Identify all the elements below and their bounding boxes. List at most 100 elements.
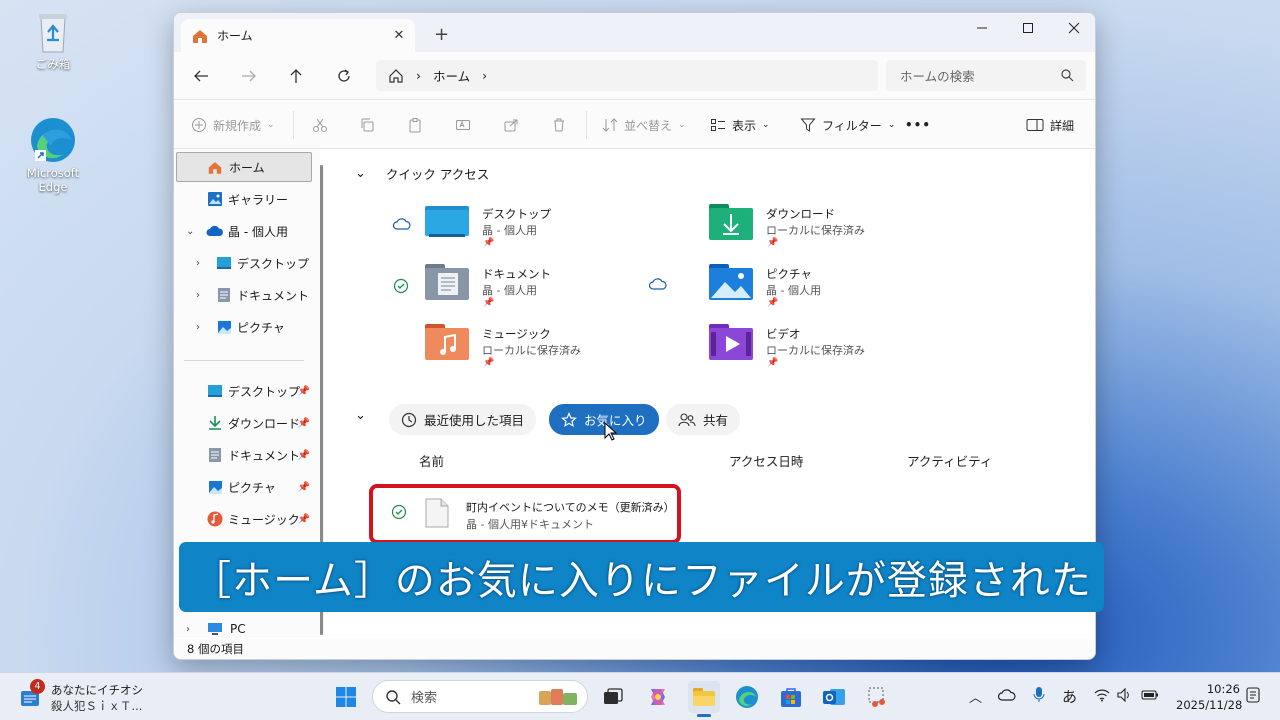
cut-button[interactable]	[312, 113, 328, 137]
quick-access-downloads[interactable]: ダウンロード ローカルに保存済み 📌	[677, 204, 937, 264]
taskbar-search[interactable]: 検索	[372, 680, 588, 713]
pin-icon: 📌	[767, 358, 779, 368]
filter-label: フィルター	[822, 118, 882, 133]
search-box[interactable]: ホームの検索	[886, 60, 1086, 91]
edge-taskbar-button[interactable]	[731, 681, 763, 713]
view-list-icon	[711, 119, 725, 131]
copy-button[interactable]	[359, 113, 375, 137]
share-button[interactable]	[503, 113, 519, 137]
trash-icon	[554, 118, 564, 132]
breadcrumb-home[interactable]: ホーム	[433, 66, 470, 85]
chevron-down-icon[interactable]: ⌄	[355, 408, 366, 423]
tab-title: ホーム	[217, 29, 253, 43]
sidebar-item-documents[interactable]: › ドキュメント	[176, 280, 312, 310]
volume-icon[interactable]	[1117, 688, 1133, 702]
edge-label: Microsoft Edge	[26, 166, 80, 194]
task-view-button[interactable]	[597, 681, 629, 713]
microphone-icon[interactable]	[1033, 686, 1045, 704]
ime-indicator[interactable]: あ	[1062, 686, 1077, 707]
battery-icon[interactable]	[1141, 689, 1159, 701]
sidebar-item-onedrive[interactable]: ⌄ 晶 - 個人用	[176, 216, 312, 246]
forward-button[interactable]	[235, 64, 263, 88]
show-hidden-icons-chevron[interactable]: ︿	[969, 687, 982, 706]
breadcrumb-separator-end[interactable]: ›	[482, 68, 487, 83]
synced-check-icon	[391, 504, 407, 520]
chevron-right-icon[interactable]: ›	[196, 258, 200, 269]
folder-name: ダウンロード	[766, 207, 835, 221]
quick-access-desktop[interactable]: デスクトップ 晶 - 個人用 📌	[393, 204, 653, 264]
more-options-button[interactable]: •••	[905, 113, 931, 137]
copilot-button[interactable]	[642, 681, 674, 713]
onedrive-tray-icon[interactable]	[998, 689, 1016, 701]
file-explorer-taskbar-button[interactable]	[688, 681, 720, 717]
chevron-down-icon[interactable]: ⌄	[186, 226, 194, 237]
snipping-tool-taskbar-button[interactable]	[862, 681, 894, 713]
videos-folder-icon	[709, 324, 753, 360]
sidebar-pinned-documents[interactable]: ドキュメント 📌	[176, 440, 312, 470]
search-placeholder: ホームの検索	[900, 69, 975, 84]
close-tab-icon[interactable]: ✕	[391, 27, 407, 43]
tab-shared[interactable]: 共有	[666, 404, 741, 435]
minimize-button[interactable]	[959, 13, 1005, 43]
news-widget[interactable]: 4 あなたにイチオシ 殺人犯ＳｉｘＴ...	[18, 679, 158, 716]
pin-icon: 📌	[767, 298, 779, 308]
column-activity[interactable]: アクティビティ	[907, 451, 992, 470]
close-window-button[interactable]	[1051, 13, 1095, 43]
details-button[interactable]: 詳細	[1026, 113, 1074, 137]
details-pane-icon	[1026, 119, 1044, 131]
address-bar[interactable]: › ホーム ›	[376, 60, 878, 91]
column-access-date[interactable]: アクセス日時	[729, 451, 803, 470]
folder-name: デスクトップ	[482, 207, 551, 221]
paste-button[interactable]	[407, 113, 423, 137]
refresh-button[interactable]	[330, 64, 358, 88]
quick-access-pictures[interactable]: ピクチャ 晶 - 個人用 📌	[649, 264, 937, 324]
sidebar-item-desktop[interactable]: › デスクトップ	[176, 248, 312, 278]
sidebar-item-label: ホーム	[229, 160, 265, 175]
chevron-right-icon[interactable]: ›	[186, 624, 190, 635]
quick-access-music[interactable]: ミュージック ローカルに保存済み 📌	[393, 324, 653, 384]
sidebar-pinned-music[interactable]: ミュージック 📌	[176, 504, 312, 534]
tab-home[interactable]: ホーム ✕	[181, 19, 415, 52]
item-count: 8 個の項目	[187, 642, 244, 656]
sidebar-item-label: 晶 - 個人用	[228, 224, 288, 239]
wifi-icon[interactable]	[1094, 688, 1110, 702]
filter-button[interactable]: フィルター ⌄	[800, 113, 895, 137]
store-taskbar-button[interactable]	[775, 681, 807, 713]
rename-button[interactable]	[455, 113, 471, 137]
desktop-edge[interactable]: Microsoft Edge	[11, 116, 95, 194]
delete-button[interactable]	[551, 113, 567, 137]
start-button[interactable]	[330, 681, 362, 713]
sidebar-item-gallery[interactable]: ギャラリー	[176, 184, 312, 214]
sidebar-item-home[interactable]: ホーム	[176, 152, 312, 182]
chevron-right-icon[interactable]: ›	[196, 290, 200, 301]
tab-recent[interactable]: 最近使用した項目	[389, 404, 537, 435]
sidebar-pinned-pictures[interactable]: ピクチャ 📌	[176, 472, 312, 502]
sidebar-item-pictures[interactable]: › ピクチャ	[176, 312, 312, 342]
quick-access-documents[interactable]: ドキュメント 晶 - 個人用 📌	[393, 264, 653, 324]
back-button[interactable]	[187, 64, 215, 88]
edge-icon	[31, 118, 75, 162]
cloud-status-icon	[649, 278, 667, 290]
share-icon	[504, 119, 518, 132]
clock-date: 2025/11/28	[1176, 698, 1243, 712]
chevron-down-icon[interactable]: ⌄	[355, 166, 366, 181]
sidebar-pinned-desktop[interactable]: デスクトップ 📌	[176, 376, 312, 406]
new-tab-button[interactable]: +	[434, 24, 449, 45]
tab-recent-label: 最近使用した項目	[424, 413, 525, 428]
sort-button[interactable]: 並べ替え ⌄	[602, 113, 686, 137]
desktop-recycle-bin[interactable]: ごみ箱	[11, 10, 95, 72]
favorite-file-row[interactable]: 町内イベントについてのメモ（更新済み） 晶 - 個人用¥ドキュメント	[369, 484, 681, 544]
maximize-button[interactable]	[1005, 13, 1051, 43]
system-clock[interactable]: 10:26 2025/11/28	[1176, 681, 1243, 713]
column-name[interactable]: 名前	[419, 451, 444, 470]
quick-access-header[interactable]: ⌄ クイック アクセス	[355, 164, 489, 183]
chevron-right-icon[interactable]: ›	[196, 322, 200, 333]
quick-access-videos[interactable]: ビデオ ローカルに保存済み 📌	[677, 324, 937, 384]
new-button[interactable]: 新規作成 ⌄	[191, 113, 275, 137]
notification-icon[interactable]	[1246, 687, 1260, 703]
sidebar-pinned-downloads[interactable]: ダウンロード 📌	[176, 408, 312, 438]
file-name: 町内イベントについてのメモ（更新済み）	[466, 501, 675, 514]
outlook-taskbar-button[interactable]	[818, 681, 850, 713]
up-button[interactable]	[282, 64, 310, 88]
view-button[interactable]: 表示 ⌄	[710, 113, 770, 137]
